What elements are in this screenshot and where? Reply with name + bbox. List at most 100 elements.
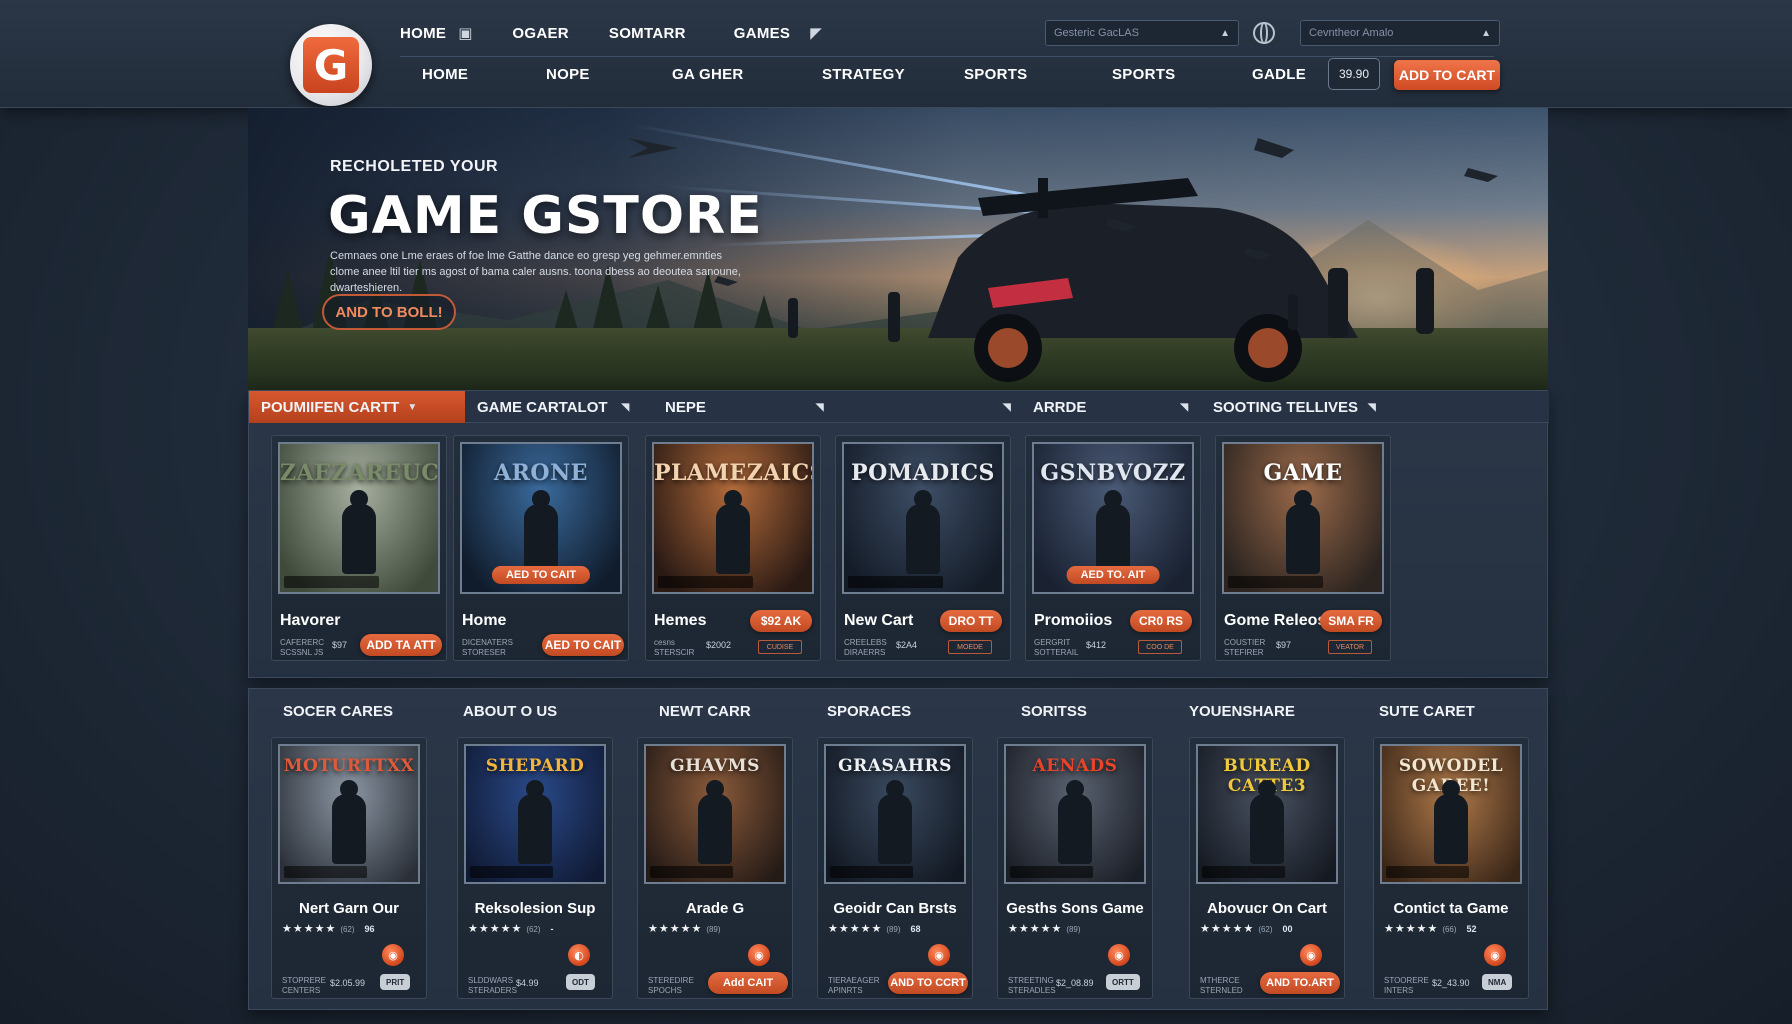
- add-to-cart-button[interactable]: ADD TO CART: [1394, 60, 1500, 90]
- badge-icon[interactable]: ◉: [928, 944, 950, 966]
- section-heading-sute-caret[interactable]: SUTE CARET: [1379, 703, 1475, 720]
- badge-icon[interactable]: ◐: [568, 944, 590, 966]
- main-nav-gagher[interactable]: GA GHER: [672, 66, 744, 83]
- star-icons: ★★★★★: [648, 922, 703, 935]
- game-cover-image[interactable]: GHAVMS: [644, 744, 786, 884]
- top-nav-home[interactable]: HOME: [400, 25, 446, 42]
- cover-add-to-cart-button[interactable]: AED TO CAIT: [491, 566, 591, 584]
- section-heading-soccer-cares[interactable]: SOCER CARES: [283, 703, 393, 720]
- add-to-cart-button[interactable]: ADD TA ATT: [360, 634, 442, 656]
- main-nav-gadle[interactable]: GADLE: [1252, 66, 1306, 83]
- game-card[interactable]: ZAEZAREUC Havorer CAFERERC SCSSNL JS $97 ADD…: [271, 435, 447, 661]
- game-cover-image[interactable]: GSNBVOZZ AED TO. AIT: [1032, 442, 1194, 594]
- main-nav-home[interactable]: HOME: [422, 66, 468, 83]
- section-heading-sporaces[interactable]: SPORACES: [827, 703, 911, 720]
- game-cover-image[interactable]: SOWODEL GABEE!: [1380, 744, 1522, 884]
- section-heading-newt-carr[interactable]: NEWT CARR: [659, 703, 751, 720]
- game-meta: STOPRERE CENTERS: [282, 976, 326, 995]
- tab-arrde[interactable]: ARRDE ◥: [1021, 391, 1201, 423]
- globe-icon[interactable]: [1253, 22, 1275, 44]
- game-cover-image[interactable]: AENADS: [1004, 744, 1146, 884]
- action-button[interactable]: PRIT: [380, 974, 411, 990]
- action-button[interactable]: ODT: [566, 974, 595, 990]
- search-input[interactable]: Gesteric GacLAS ▲: [1045, 20, 1239, 46]
- chevron-down-icon[interactable]: ◤: [810, 24, 822, 42]
- main-nav-nope[interactable]: NOPE: [546, 66, 590, 83]
- secondary-search-input[interactable]: Cevntheor Amalo ▲: [1300, 20, 1500, 46]
- game-card[interactable]: ARONE AED TO CAIT Home DICENATERS STORESER A…: [453, 435, 629, 661]
- game-card[interactable]: BUREAD CATTE3 Abovucr On Cart ★★★★★(62) 00 ◉…: [1189, 737, 1345, 999]
- star-icons: ★★★★★: [282, 922, 337, 935]
- details-button[interactable]: CUDISE: [758, 640, 802, 654]
- badge-icon[interactable]: ◉: [1300, 944, 1322, 966]
- top-nav-games[interactable]: GAMES: [734, 25, 791, 42]
- star-icons: ★★★★★: [1384, 922, 1439, 935]
- top-nav: HOME ▣ OGAER SOMTARR GAMES ◤: [400, 20, 862, 46]
- top-nav-somtarr[interactable]: SOMTARR: [609, 25, 686, 42]
- tab-sooting-tellives[interactable]: SOOTING TELLIVES ◥: [1201, 391, 1401, 423]
- hero-banner: RECHOLETED YOUR GAME GSTORE Cemnaes one …: [248, 108, 1548, 390]
- game-card[interactable]: AENADS Gesths Sons Game ★★★★★ (89) ◉ STREETIN…: [997, 737, 1153, 999]
- rating-stars: ★★★★★ (66) 52: [1384, 922, 1477, 935]
- badge-icon[interactable]: ◉: [748, 944, 770, 966]
- game-cover-image[interactable]: MOTURTTXX: [278, 744, 420, 884]
- game-cover-image[interactable]: GRASAHRS: [824, 744, 966, 884]
- add-to-cart-button[interactable]: $92 AK: [750, 610, 812, 632]
- game-card[interactable]: MOTURTTXX Nert Garn Our ★★★★★ (62) 96 ◉ STOPRE…: [271, 737, 427, 999]
- game-card[interactable]: GRASAHRS Geoidr Can Brsts ★★★★★ (89) 68 ◉ TIER…: [817, 737, 973, 999]
- hero-cta-button[interactable]: AND TO BOLL!: [322, 294, 456, 330]
- game-meta: SLDDWARS STERADERS: [468, 976, 517, 995]
- game-card[interactable]: PLAMEZAICS Hemes cesns STERSCIR $2002 $92 AK…: [645, 435, 821, 661]
- add-to-cart-button[interactable]: SMA FR: [1320, 610, 1382, 632]
- game-card[interactable]: SOWODEL GABEE! Contict ta Game ★★★★★(66) 52…: [1373, 737, 1529, 999]
- add-to-cart-button[interactable]: AND TO.ART: [1260, 972, 1340, 994]
- add-to-cart-button[interactable]: AND TO CCRT: [888, 972, 968, 994]
- top-nav-ogaer[interactable]: OGAER: [512, 25, 569, 42]
- details-button[interactable]: COO DE: [1138, 640, 1182, 654]
- action-button[interactable]: ORTT: [1106, 974, 1140, 990]
- tab-nepe[interactable]: NEPE ◥: [653, 391, 824, 423]
- game-cover-image[interactable]: POMADICS: [842, 442, 1004, 594]
- action-button[interactable]: NMA: [1482, 974, 1513, 990]
- add-to-cart-button[interactable]: Add CAIT: [708, 972, 788, 994]
- details-button[interactable]: MOEDE: [948, 640, 992, 654]
- cover-figure: [906, 504, 940, 574]
- details-button[interactable]: VEATOR: [1328, 640, 1372, 654]
- tab-game-cartalot[interactable]: GAME CARTALOT ◥: [465, 391, 653, 423]
- cover-add-to-cart-button[interactable]: AED TO. AIT: [1066, 566, 1160, 584]
- site-logo[interactable]: G: [290, 24, 372, 106]
- main-nav-strategy[interactable]: STRATEGY: [822, 66, 905, 83]
- game-cover-image[interactable]: ZAEZAREUC: [278, 442, 440, 594]
- game-card[interactable]: SHEPARD Reksolesion Sup ★★★★★ (62) - ◐ SLDDWAR…: [457, 737, 613, 999]
- gamepad-icon[interactable]: ▣: [458, 24, 472, 42]
- game-card[interactable]: GSNBVOZZ AED TO. AIT Promoiios GERGRIT SOTT…: [1025, 435, 1201, 661]
- rating-stars: ★★★★★ (89): [1008, 922, 1091, 935]
- section-heading-youenshare[interactable]: YOUENSHARE: [1189, 703, 1295, 720]
- add-to-cart-button[interactable]: AED TO CAIT: [542, 634, 624, 656]
- section-heading-soritss[interactable]: SORITSS: [1021, 703, 1087, 720]
- badge-icon[interactable]: ◉: [1108, 944, 1130, 966]
- game-cover-image[interactable]: GAME: [1222, 442, 1384, 594]
- cover-info-strip: [1386, 866, 1469, 878]
- badge-icon[interactable]: ◉: [382, 944, 404, 966]
- badge-icon[interactable]: ◉: [1484, 944, 1506, 966]
- game-cover-image[interactable]: BUREAD CATTE3: [1196, 744, 1338, 884]
- game-card[interactable]: POMADICS New Cart CREELEBS DIRAERRS $2A4 DRO…: [835, 435, 1011, 661]
- section-heading-about-us[interactable]: ABOUT O US: [463, 703, 557, 720]
- tab-blank[interactable]: ◥: [821, 391, 1021, 423]
- tab-poumiifen-cartt[interactable]: POUMIIFEN CARTT ▼: [249, 391, 465, 423]
- main-nav-sports[interactable]: SPORTS: [964, 66, 1027, 83]
- cover-title: ZAEZAREUC: [280, 460, 440, 486]
- cover-figure: [332, 794, 366, 864]
- main-nav-sports-2[interactable]: SPORTS: [1112, 66, 1175, 83]
- add-to-cart-button[interactable]: DRO TT: [940, 610, 1002, 632]
- flag-icon: ◥: [1180, 401, 1189, 413]
- game-card[interactable]: GHAVMS Arade G ★★★★★ (89) ◉ STEREDIRE SPOCHS A…: [637, 737, 793, 999]
- game-cover-image[interactable]: PLAMEZAICS: [652, 442, 814, 594]
- game-cover-image[interactable]: SHEPARD: [464, 744, 606, 884]
- game-cover-image[interactable]: ARONE AED TO CAIT: [460, 442, 622, 594]
- add-to-cart-button[interactable]: CR0 RS: [1130, 610, 1192, 632]
- cover-figure: [1250, 794, 1284, 864]
- game-card[interactable]: GAME Gome Releos COUSTIER STEFIRER $97 SMA F…: [1215, 435, 1391, 661]
- cart-total[interactable]: 39.90: [1328, 58, 1380, 90]
